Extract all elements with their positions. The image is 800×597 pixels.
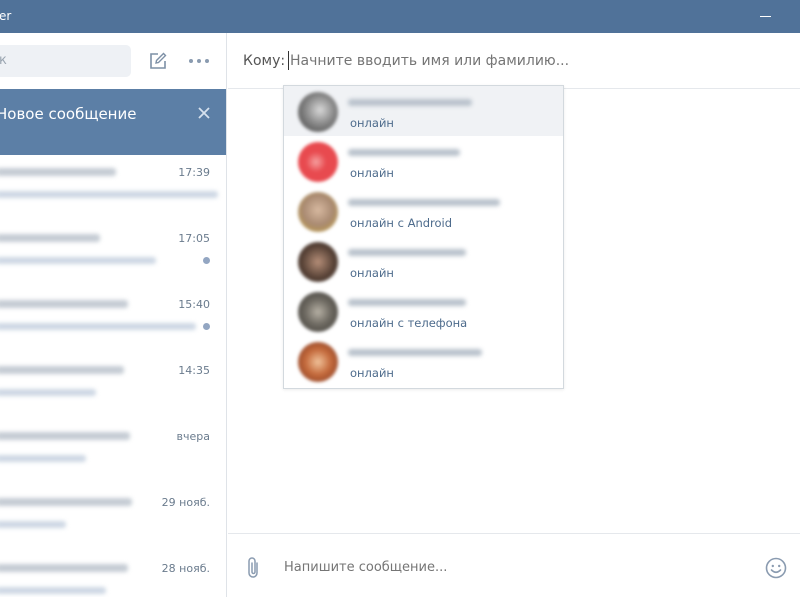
conversation-preview-redacted (0, 521, 66, 528)
suggestion-name-redacted (348, 349, 482, 356)
conversation-time: 17:05 (178, 232, 210, 245)
new-message-item[interactable]: Новое сообщение (0, 89, 226, 155)
message-input-bar (228, 533, 800, 597)
conversation-item[interactable]: 28 нояб. (0, 551, 226, 597)
conversation-name-redacted (0, 168, 116, 176)
conversation-time: 28 нояб. (161, 562, 210, 575)
window-title: er (0, 9, 12, 23)
recipient-row: Кому: (228, 33, 800, 89)
suggestion-status: онлайн (350, 366, 394, 380)
conversation-name-redacted (0, 366, 124, 374)
conversation-name-redacted (0, 564, 128, 572)
suggestion-status: онлайн с телефона (350, 316, 468, 330)
suggestion-status: онлайн (350, 116, 394, 130)
conversation-item[interactable]: 29 нояб. (0, 485, 226, 551)
suggestion-item[interactable]: онлайн (284, 136, 563, 186)
suggestion-name-redacted (348, 149, 460, 156)
conversation-item[interactable]: 17:05 (0, 221, 226, 287)
suggestion-status: онлайн (350, 266, 394, 280)
compose-icon[interactable] (149, 52, 167, 70)
new-message-label: Новое сообщение (0, 105, 137, 123)
search-input[interactable]: к (0, 45, 131, 77)
conversation-preview-redacted (0, 389, 96, 396)
avatar (298, 342, 338, 382)
recipient-suggestions: онлайн онлайн онлайн с Android онлайн он… (283, 85, 564, 389)
conversation-name-redacted (0, 498, 132, 506)
message-input[interactable] (284, 560, 724, 575)
avatar (298, 92, 338, 132)
avatar (298, 242, 338, 282)
more-icon[interactable] (189, 59, 211, 65)
unread-indicator (203, 257, 210, 264)
close-icon[interactable] (196, 105, 212, 121)
unread-indicator (203, 323, 210, 330)
conversation-name-redacted (0, 300, 128, 308)
suggestion-name-redacted (348, 99, 472, 106)
recipient-label: Кому: (243, 53, 286, 69)
suggestion-name-redacted (348, 199, 500, 206)
suggestion-item[interactable]: онлайн (284, 336, 563, 386)
suggestion-item[interactable]: онлайн (284, 86, 563, 136)
avatar (298, 142, 338, 182)
suggestion-name-redacted (348, 299, 466, 306)
attach-icon[interactable] (246, 556, 262, 580)
suggestion-item[interactable]: онлайн с Android (284, 186, 563, 236)
conversation-item[interactable]: 15:40 (0, 287, 226, 353)
conversation-item[interactable]: 17:39 (0, 155, 226, 221)
conversation-name-redacted (0, 432, 130, 440)
conversation-time: 29 нояб. (161, 496, 210, 509)
title-bar: er (0, 0, 800, 33)
suggestion-name-redacted (348, 249, 466, 256)
conversation-time: 14:35 (178, 364, 210, 377)
search-placeholder: к (0, 53, 7, 68)
suggestion-item[interactable]: онлайн с телефона (284, 286, 563, 336)
new-message-pane: Кому: онлайн онлайн онлайн с Android онл… (228, 33, 800, 597)
suggestion-status: онлайн с Android (350, 216, 453, 230)
avatar (298, 192, 338, 232)
suggestion-status: онлайн (350, 166, 394, 180)
avatar (298, 292, 338, 332)
conversation-preview-redacted (0, 191, 218, 198)
sidebar-header: к (0, 33, 226, 89)
minimize-button[interactable] (758, 8, 774, 24)
conversation-time: 15:40 (178, 298, 210, 311)
sidebar: к Новое сообщение 17:39 17:05 1 (0, 33, 227, 597)
conversation-name-redacted (0, 234, 100, 242)
emoji-icon[interactable] (764, 556, 788, 580)
suggestion-item[interactable]: онлайн (284, 236, 563, 286)
conversation-preview-redacted (0, 587, 106, 594)
conversation-item[interactable]: 14:35 (0, 353, 226, 419)
conversation-item[interactable]: вчера (0, 419, 226, 485)
conversation-time: 17:39 (178, 166, 210, 179)
conversation-time: вчера (176, 430, 210, 443)
conversation-preview-redacted (0, 257, 156, 264)
conversation-preview-redacted (0, 323, 196, 330)
recipient-input[interactable] (288, 53, 688, 69)
conversation-preview-redacted (0, 455, 86, 462)
